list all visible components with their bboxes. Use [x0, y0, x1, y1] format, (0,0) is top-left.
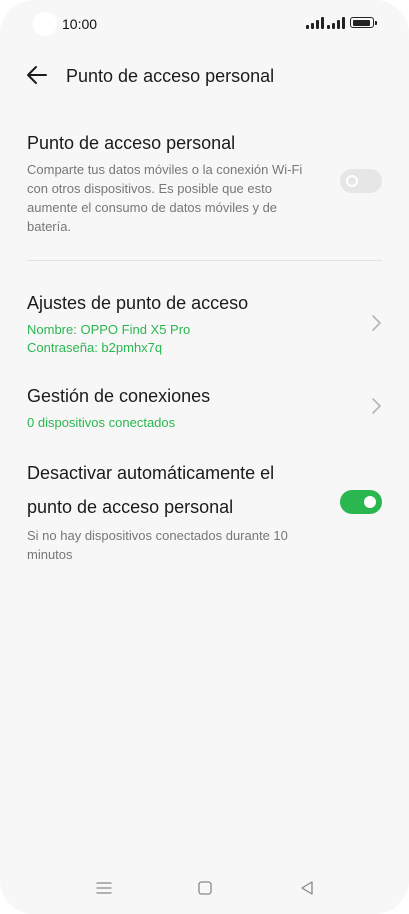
hotspot-toggle[interactable]	[340, 169, 382, 193]
arrow-left-icon[interactable]	[24, 62, 50, 88]
connection-management-title: Gestión de conexiones	[27, 386, 211, 406]
battery-fill	[352, 19, 370, 26]
status-time: 10:00	[62, 16, 98, 32]
hotspot-row[interactable]: Punto de acceso personal Comparte tus da…	[27, 130, 382, 236]
hotspot-settings-row[interactable]: Ajustes de punto de acceso Nombre: OPPO …	[27, 290, 382, 357]
hotspot-toggle-knob	[346, 175, 358, 187]
connected-devices-count: 0 dispositivos conectados	[27, 415, 176, 430]
hotspot-description: Comparte tus datos móviles o la conexión…	[27, 162, 303, 234]
page-title: Punto de acceso personal	[66, 66, 275, 86]
app-header: Punto de acceso personal	[0, 56, 409, 96]
auto-off-title: Desactivar automáticamente el punto de a…	[27, 463, 275, 517]
section-divider	[27, 260, 382, 261]
chevron-right-icon	[372, 398, 381, 414]
hotspot-title: Punto de acceso personal	[27, 133, 236, 153]
hotspot-name: Nombre: OPPO Find X5 Pro	[27, 322, 191, 337]
connection-management-row[interactable]: Gestión de conexiones 0 dispositivos con…	[27, 383, 382, 432]
battery-icon	[350, 17, 377, 28]
home-icon[interactable]	[195, 878, 215, 898]
signal-icon-sim2	[327, 17, 346, 29]
auto-off-subtitle: Si no hay dispositivos conectados durant…	[27, 528, 288, 562]
auto-off-toggle[interactable]	[340, 490, 382, 514]
menu-icon[interactable]	[94, 878, 114, 898]
phone-screen: 10:00 Punto de acceso personal Punto de …	[0, 0, 409, 914]
auto-off-toggle-knob	[364, 496, 376, 508]
chevron-right-icon	[372, 315, 381, 331]
back-triangle-icon[interactable]	[297, 878, 317, 898]
status-bar: 10:00	[0, 0, 409, 48]
signal-icon	[306, 17, 325, 29]
hotspot-password: Contraseña: b2pmhx7q	[27, 340, 163, 355]
auto-off-row[interactable]: Desactivar automáticamente el punto de a…	[27, 456, 382, 564]
hotspot-settings-title: Ajustes de punto de acceso	[27, 293, 249, 313]
front-camera	[33, 12, 57, 36]
